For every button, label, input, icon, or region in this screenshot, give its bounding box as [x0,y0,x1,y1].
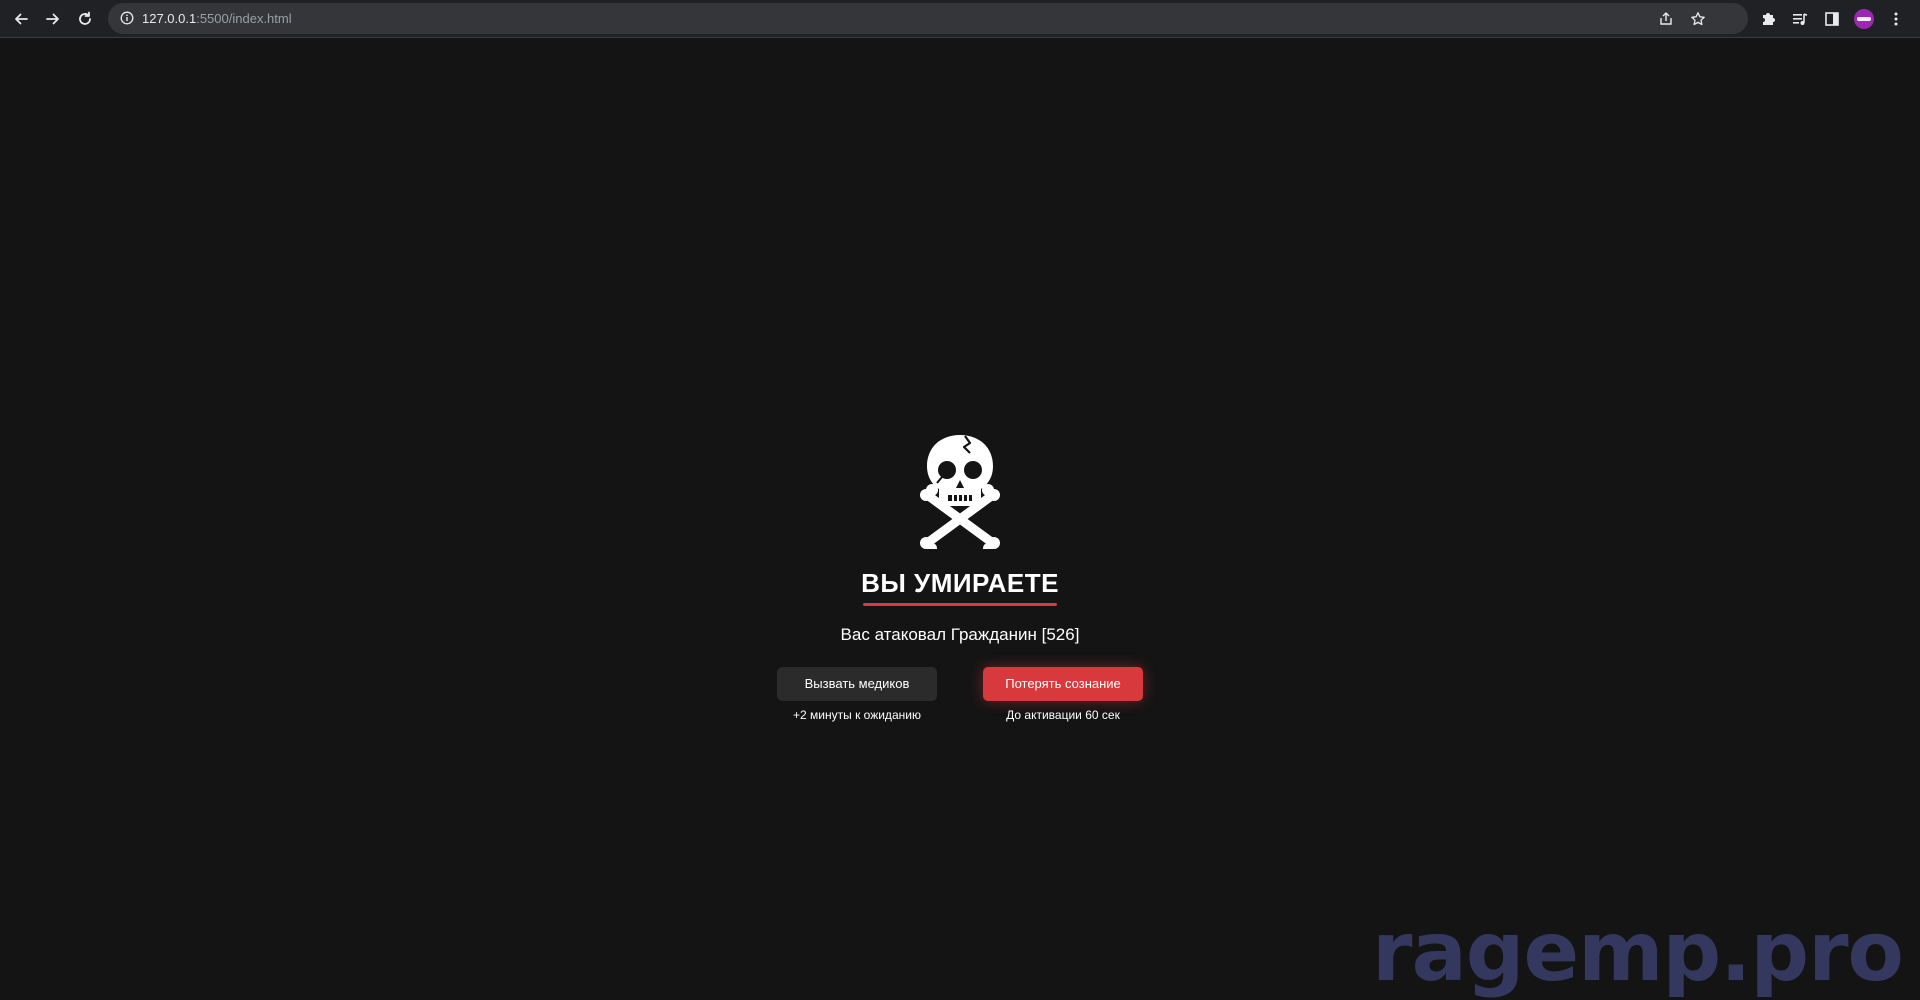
reload-icon [79,11,91,25]
skull-crossbones-icon [920,435,1000,549]
watermark: ragemp.pro [1372,905,1904,1000]
playlist-icon [1793,13,1808,25]
menu-button[interactable] [1885,8,1907,30]
profile-button[interactable] [1853,8,1875,30]
death-screen: ВЫ УМИРАЕТЕ Вас атаковал Гражданин [526]… [0,40,1920,1000]
title-underline [863,603,1057,606]
side-panel-button[interactable] [1821,8,1843,30]
kebab-menu-icon [1894,12,1898,26]
star-icon [1691,12,1705,26]
avatar [1854,9,1874,29]
url-host: 127.0.0.1 [142,11,197,26]
extensions-button[interactable] [1757,8,1779,30]
back-button[interactable] [9,7,33,31]
url-text[interactable]: 127.0.0.1:5500/index.html [142,11,292,26]
arrow-right-icon [46,13,59,25]
address-bar[interactable]: 127.0.0.1:5500/index.html [108,3,1748,34]
call-medics-button[interactable]: Вызвать медиков [777,667,937,701]
arrow-left-icon [15,13,28,25]
info-icon[interactable] [120,11,134,25]
reload-button[interactable] [73,7,97,31]
lose-consciousness-button[interactable]: Потерять сознание [983,667,1143,701]
url-path: :5500/index.html [196,11,292,26]
browser-toolbar: 127.0.0.1:5500/index.html [0,0,1920,38]
bookmark-button[interactable] [1688,9,1708,29]
puzzle-icon [1763,13,1775,25]
share-button[interactable] [1656,9,1676,29]
side-panel-icon [1825,12,1839,26]
page-title: ВЫ УМИРАЕТЕ [861,568,1059,598]
media-button[interactable] [1789,8,1811,30]
attacker-text: Вас атаковал Гражданин [526] [840,625,1080,644]
unconscious-hint: До активации 60 сек [1006,708,1120,722]
share-icon [1660,12,1672,25]
forward-button[interactable] [41,7,65,31]
medics-hint: +2 минуты к ожиданию [793,708,921,722]
